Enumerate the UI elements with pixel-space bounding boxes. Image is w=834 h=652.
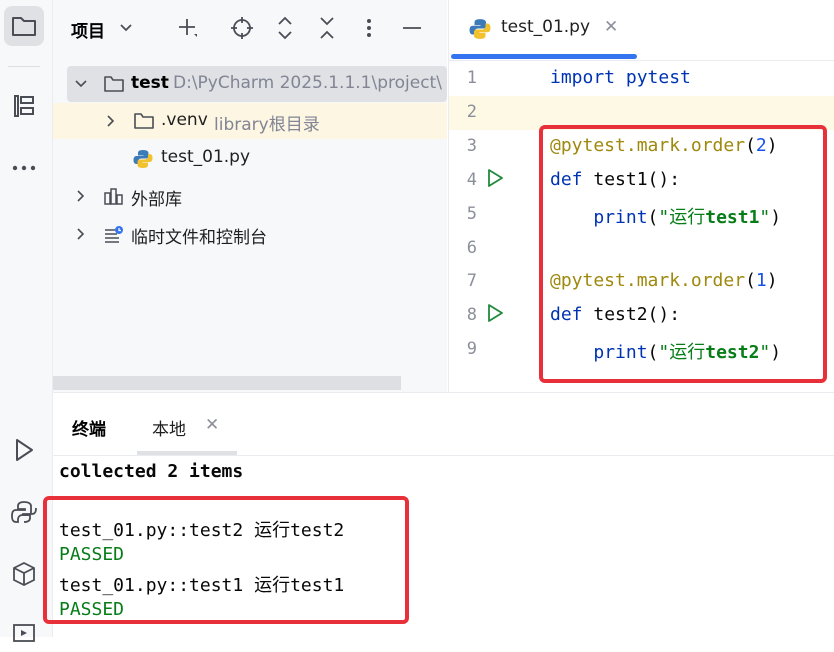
line-number: 2 <box>466 102 477 122</box>
chevron-right-icon[interactable] <box>73 188 89 204</box>
terminal-tab-bar: 终端 本地 ✕ <box>53 393 834 456</box>
structure-icon[interactable] <box>4 86 44 126</box>
python-file-icon <box>469 18 491 44</box>
tree-item-label: test <box>131 73 169 93</box>
python-file-icon <box>133 149 153 168</box>
code-text: import pytest <box>550 67 691 88</box>
tree-item-venv[interactable]: .venv library根目录 <box>53 103 447 139</box>
tree-item-label: 临时文件和控制台 <box>131 228 267 248</box>
editor-tab-label: test_01.py <box>501 17 591 37</box>
new-file-icon[interactable] <box>175 14 199 42</box>
project-title[interactable]: 项目 <box>71 17 105 42</box>
line-number: 9 <box>466 339 477 359</box>
line-number: 3 <box>466 136 477 156</box>
tree-item-test01[interactable]: test_01.py <box>53 140 447 176</box>
horizontal-scrollbar[interactable] <box>53 376 401 390</box>
folder-icon <box>133 112 154 130</box>
active-tab-indicator <box>137 451 237 455</box>
collapse-all-icon[interactable] <box>315 14 339 42</box>
line-number: 6 <box>466 238 477 258</box>
expand-all-icon[interactable] <box>273 14 297 42</box>
folder-icon <box>103 75 124 93</box>
tree-item-label: .venv <box>161 110 208 130</box>
close-icon[interactable]: ✕ <box>604 17 618 37</box>
editor-tab-bar: test_01.py ✕ <box>449 0 834 61</box>
project-tool-window: 项目 test D:\PyCharm 2025.1.1.1\project\ .… <box>53 0 447 392</box>
tree-item-label: 外部库 <box>131 190 182 210</box>
library-icon <box>103 187 123 205</box>
line-number: 8 <box>466 305 477 325</box>
python-console-icon[interactable] <box>4 492 44 532</box>
tree-item-path: D:\PyCharm 2025.1.1.1\project\ <box>173 73 442 93</box>
options-icon[interactable] <box>357 14 381 42</box>
line-number: 5 <box>466 204 477 224</box>
run-test-icon[interactable] <box>485 168 505 188</box>
run-icon[interactable] <box>4 430 44 470</box>
chevron-right-icon[interactable] <box>73 226 89 242</box>
terminal-title: 终端 <box>72 420 106 440</box>
project-header: 项目 <box>53 0 447 56</box>
active-tab-indicator <box>451 54 637 59</box>
editor-tab[interactable]: test_01.py ✕ <box>449 0 639 60</box>
highlight-box <box>43 496 409 624</box>
line-number: 7 <box>466 271 477 291</box>
tree-item-scratches[interactable]: 临时文件和控制台 <box>53 216 447 252</box>
tree-item-test[interactable]: test D:\PyCharm 2025.1.1.1\project\ <box>67 66 447 102</box>
chevron-right-icon[interactable] <box>103 113 119 129</box>
services-icon[interactable] <box>4 612 44 652</box>
scratches-icon <box>103 225 123 243</box>
hide-panel-icon[interactable] <box>400 14 424 42</box>
line-number: 1 <box>466 68 477 88</box>
chevron-down-icon[interactable] <box>119 17 133 41</box>
python-packages-icon[interactable] <box>4 554 44 594</box>
tree-item-external-libraries[interactable]: 外部库 <box>53 178 447 214</box>
tree-item-label: test_01.py <box>161 147 251 167</box>
line-number: 4 <box>466 170 477 190</box>
chevron-down-icon[interactable] <box>73 76 89 92</box>
code-editor: test_01.py ✕ 1 2 3 4 5 6 7 8 9 import py… <box>448 0 834 392</box>
code-line[interactable]: import pytest <box>550 67 691 88</box>
terminal-line: collected 2 items <box>59 461 244 482</box>
close-icon[interactable]: ✕ <box>205 415 219 435</box>
terminal-tool-window: 终端 本地 ✕ collected 2 items test_01.py::te… <box>43 392 834 638</box>
run-test-icon[interactable] <box>485 303 505 323</box>
highlight-box <box>539 125 827 383</box>
terminal-tab-local[interactable]: 本地 <box>152 415 186 440</box>
project-folder-icon[interactable] <box>4 6 44 46</box>
tree-item-note: library根目录 <box>214 115 320 135</box>
more-icon[interactable] <box>4 148 44 188</box>
locate-icon[interactable] <box>230 14 254 42</box>
